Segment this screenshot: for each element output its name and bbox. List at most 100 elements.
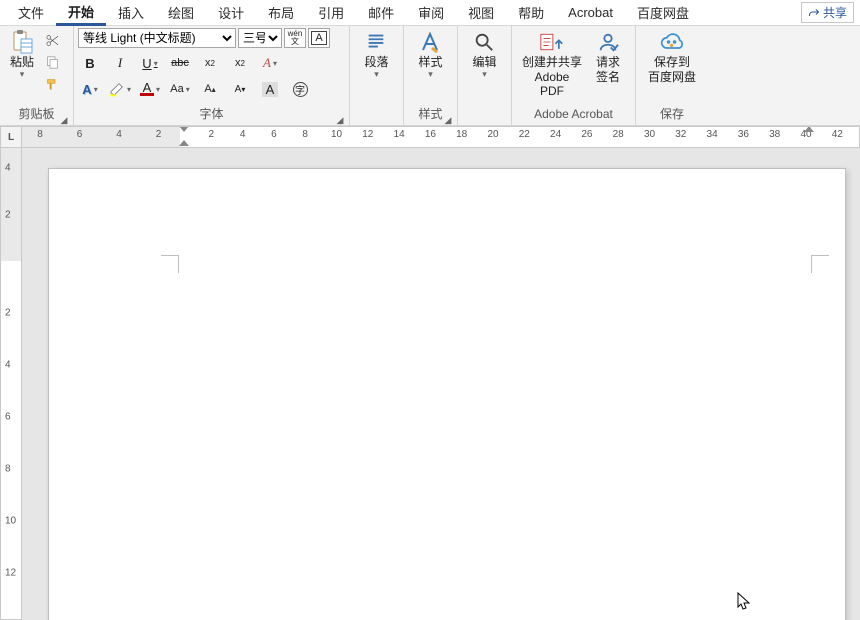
share-button[interactable]: 共享 xyxy=(801,2,854,23)
styles-label: 样式 xyxy=(418,55,442,69)
group-styles: 样式 ▾ 样式 ◢ xyxy=(404,26,458,125)
create-share-pdf-button[interactable]: 创建并共享 Adobe PDF xyxy=(516,28,588,100)
ruler-number: 6 xyxy=(77,129,83,140)
text-effects-icon: A xyxy=(82,82,91,97)
chevron-down-icon: ▾ xyxy=(20,70,25,78)
ruler-number: 2 xyxy=(209,129,215,140)
clear-formatting-button[interactable]: A xyxy=(258,52,282,74)
tab-view[interactable]: 视图 xyxy=(456,0,506,26)
text-effects-button[interactable]: A xyxy=(78,78,102,100)
paintbrush-icon xyxy=(45,77,60,92)
highlight-button[interactable] xyxy=(108,78,132,100)
font-name-select[interactable]: 等线 Light (中文标题) xyxy=(78,28,236,48)
paste-button[interactable]: 粘贴 ▾ xyxy=(4,28,40,80)
font-dialog-launcher[interactable]: ◢ xyxy=(335,113,345,123)
vertical-ruler[interactable]: 422468101214 xyxy=(0,148,22,620)
tab-mailings[interactable]: 邮件 xyxy=(356,0,406,26)
ruler-number: 2 xyxy=(5,308,11,319)
group-editing-label xyxy=(483,107,486,121)
create-share-l2: Adobe PDF xyxy=(522,70,582,98)
italic-button[interactable]: I xyxy=(108,52,132,74)
subscript-button[interactable]: x2 xyxy=(198,52,222,74)
tab-file[interactable]: 文件 xyxy=(6,0,56,26)
save-to-baidu-button[interactable]: 保存到 百度网盘 xyxy=(642,28,702,86)
ruler-corner[interactable]: L xyxy=(0,126,22,148)
paste-icon xyxy=(10,30,34,54)
horizontal-ruler[interactable]: 8642246810121416182022242628303234363840… xyxy=(22,126,860,148)
page[interactable] xyxy=(48,168,846,620)
ruler-number: 8 xyxy=(5,464,11,475)
chevron-down-icon: ▾ xyxy=(374,70,379,78)
ruler-number: 24 xyxy=(550,129,561,140)
baidu-l2: 百度网盘 xyxy=(648,70,696,84)
group-acrobat-label: Adobe Acrobat xyxy=(534,107,613,121)
signature-icon xyxy=(596,30,620,54)
font-size-select[interactable]: 三号 xyxy=(238,28,282,48)
group-font: 等线 Light (中文标题) 三号 wén 文 A B I xyxy=(74,26,350,125)
ruler-number: 6 xyxy=(5,412,11,423)
tab-design[interactable]: 设计 xyxy=(206,0,256,26)
create-share-l1: 创建并共享 xyxy=(522,55,582,69)
styles-button[interactable]: 样式 ▾ xyxy=(412,28,448,80)
strikethrough-button[interactable]: abc xyxy=(168,52,192,74)
ruler-number: 34 xyxy=(707,129,718,140)
group-paragraph: 段落 ▾ xyxy=(350,26,404,125)
bold-button[interactable]: B xyxy=(78,52,102,74)
clipboard-dialog-launcher[interactable]: ◢ xyxy=(59,113,69,123)
ruler-number: 20 xyxy=(487,129,498,140)
tab-home[interactable]: 开始 xyxy=(56,0,106,26)
ruler-number: 22 xyxy=(519,129,530,140)
ruler-number: 10 xyxy=(5,516,16,527)
tab-review[interactable]: 审阅 xyxy=(406,0,456,26)
indent-markers[interactable] xyxy=(179,126,189,146)
character-shading-button[interactable]: A xyxy=(258,78,282,100)
ruler-number: 4 xyxy=(240,129,246,140)
enclose-characters-button[interactable]: 字 xyxy=(288,78,312,100)
underline-button[interactable]: U xyxy=(138,52,162,74)
tab-acrobat[interactable]: Acrobat xyxy=(556,2,625,24)
highlighter-icon xyxy=(109,81,125,97)
enclose-icon: 字 xyxy=(293,82,308,97)
change-case-button[interactable]: Aa xyxy=(168,78,192,100)
tab-draw[interactable]: 绘图 xyxy=(156,0,206,26)
tab-layout[interactable]: 布局 xyxy=(256,0,306,26)
search-icon xyxy=(472,30,496,54)
styles-dialog-launcher[interactable]: ◢ xyxy=(443,113,453,123)
font-color-button[interactable]: A xyxy=(138,78,162,100)
tab-baidu[interactable]: 百度网盘 xyxy=(625,0,701,26)
eraser-a-icon: A xyxy=(263,55,271,71)
paragraph-button[interactable]: 段落 ▾ xyxy=(358,28,394,80)
request-signature-button[interactable]: 请求 签名 xyxy=(588,28,628,86)
ruler-number: 4 xyxy=(5,360,11,371)
tab-help[interactable]: 帮助 xyxy=(506,0,556,26)
copy-button[interactable] xyxy=(42,52,62,72)
shrink-font-button[interactable]: A▾ xyxy=(228,78,252,100)
group-editing: 编辑 ▾ xyxy=(458,26,512,125)
ruler-number: 26 xyxy=(581,129,592,140)
document-canvas[interactable] xyxy=(22,148,860,620)
share-label: 共享 xyxy=(823,4,847,21)
tab-insert[interactable]: 插入 xyxy=(106,0,156,26)
phonetic-guide-button[interactable]: wén 文 xyxy=(284,28,306,48)
ruler-number: 16 xyxy=(425,129,436,140)
ruler-number: 2 xyxy=(5,210,11,221)
editing-button[interactable]: 编辑 ▾ xyxy=(466,28,502,80)
right-indent-marker[interactable] xyxy=(804,126,814,132)
ruler-number: 10 xyxy=(331,129,342,140)
ruler-number: 12 xyxy=(362,129,373,140)
phonetic-char: 文 xyxy=(291,38,299,46)
ruler-top-margin[interactable] xyxy=(1,148,21,261)
hanging-indent-marker[interactable] xyxy=(179,140,189,146)
paste-label: 粘贴 xyxy=(10,55,34,69)
superscript-button[interactable]: x2 xyxy=(228,52,252,74)
grow-font-button[interactable]: A▴ xyxy=(198,78,222,100)
margin-corner-top-left xyxy=(161,255,179,273)
cut-button[interactable] xyxy=(42,30,62,50)
format-painter-button[interactable] xyxy=(42,74,62,94)
character-border-button[interactable]: A xyxy=(308,28,330,48)
tab-references[interactable]: 引用 xyxy=(306,0,356,26)
first-line-indent-marker[interactable] xyxy=(179,126,189,132)
font-color-icon: A xyxy=(140,83,154,96)
share-icon xyxy=(808,7,820,19)
ruler-number: 12 xyxy=(5,568,16,579)
